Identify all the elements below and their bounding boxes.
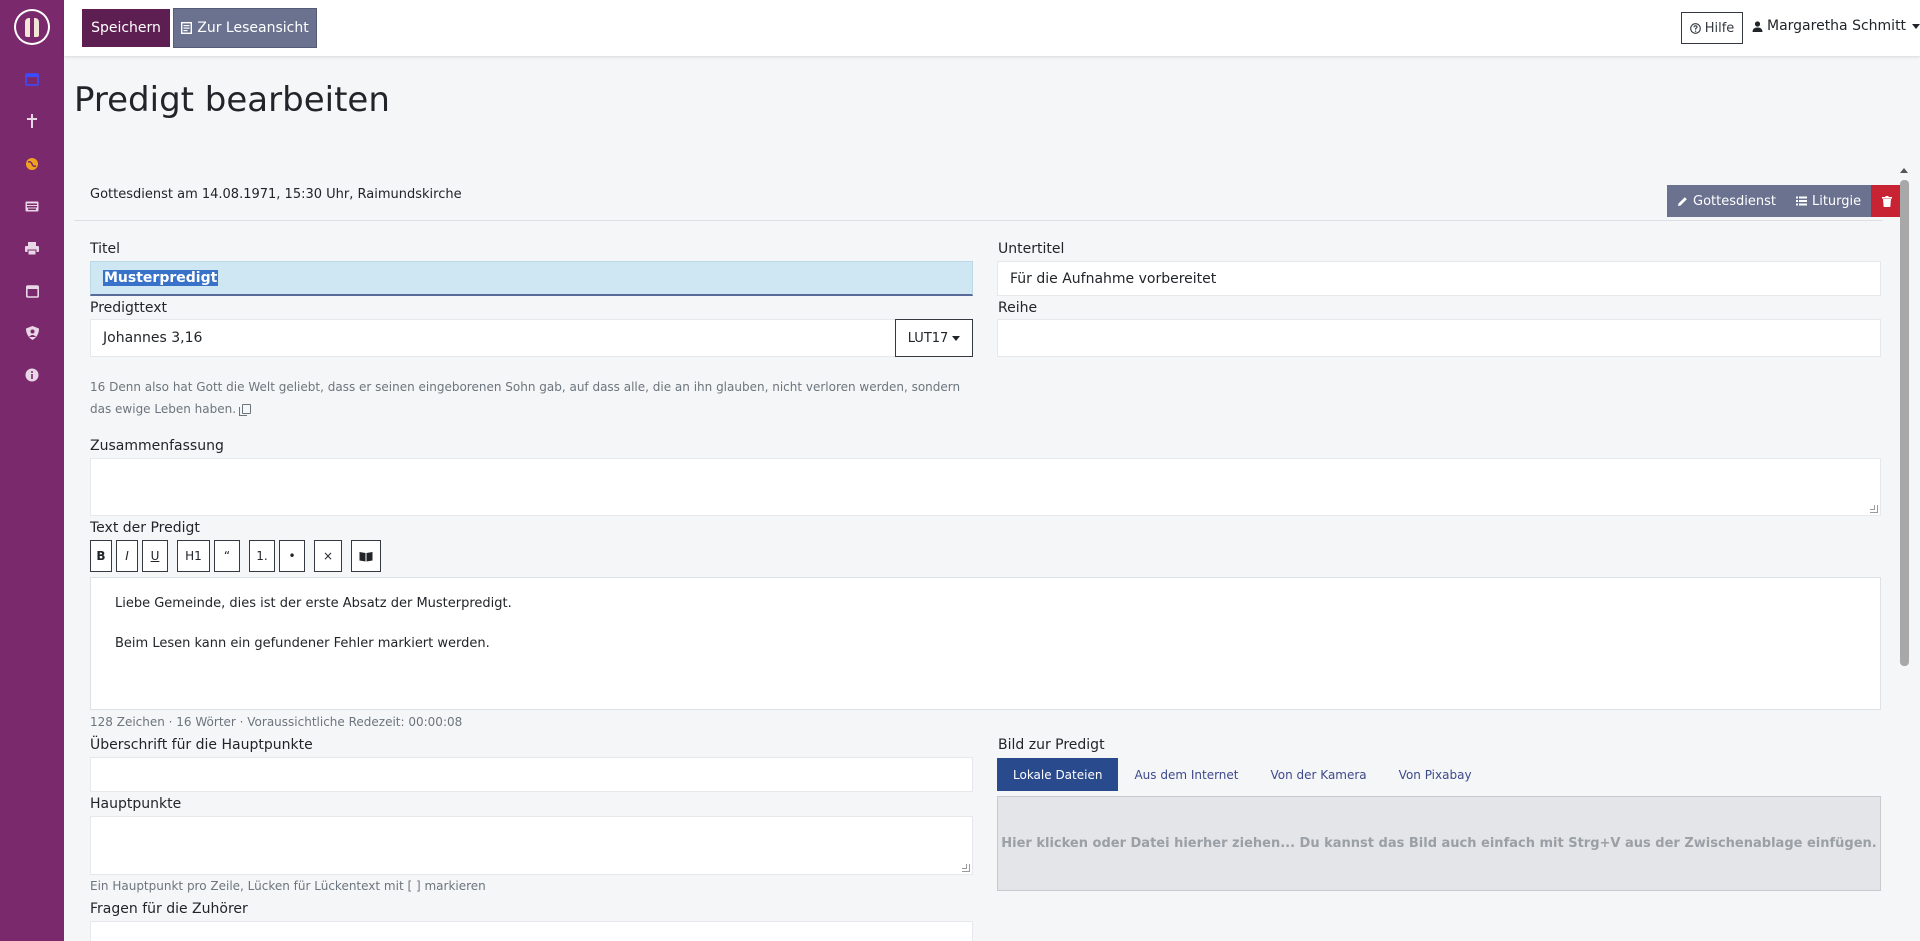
- resize-handle[interactable]: [962, 864, 970, 872]
- read-view-button[interactable]: Zur Leseansicht: [173, 8, 317, 48]
- printer-icon[interactable]: [0, 238, 64, 258]
- sermon-passage-input[interactable]: Johannes 3,16: [90, 319, 896, 357]
- sermon-text-editor[interactable]: Liebe Gemeinde, dies ist der erste Absat…: [90, 577, 1881, 710]
- help-button[interactable]: Hilfe: [1681, 12, 1743, 44]
- summary-label: Zusammenfassung: [90, 438, 224, 454]
- service-actions: Gottesdienst Liturgie: [1667, 185, 1904, 217]
- heading-button[interactable]: H1: [177, 540, 210, 572]
- sermon-passage-value: Johannes 3,16: [103, 330, 203, 346]
- subtitle-value: Für die Aufnahme vorbereitet: [1010, 270, 1217, 287]
- bold-button[interactable]: B: [90, 540, 112, 572]
- globe-icon[interactable]: [0, 154, 64, 174]
- scroll-thumb[interactable]: [1900, 180, 1909, 666]
- trash-icon: [1882, 195, 1893, 207]
- read-view-label: Zur Leseansicht: [197, 20, 309, 36]
- tab-local-files[interactable]: Lokale Dateien: [997, 758, 1119, 791]
- bible-verse: 16 Denn also hat Gott die Welt geliebt, …: [90, 380, 961, 416]
- scroll-up-arrow-icon[interactable]: [1900, 168, 1908, 173]
- sermon-passage-label: Predigttext: [90, 300, 168, 316]
- copy-icon[interactable]: [239, 404, 252, 416]
- keypoints-heading-label: Überschrift für die Hauptpunkte: [90, 737, 313, 753]
- series-input[interactable]: [997, 319, 1881, 357]
- tab-from-pixabay[interactable]: Von Pixabay: [1383, 758, 1488, 791]
- editor-paragraph: Liebe Gemeinde, dies ist der erste Absat…: [115, 596, 512, 611]
- calendar-month-icon[interactable]: [0, 281, 64, 301]
- title-label: Titel: [90, 241, 121, 257]
- scrollbar[interactable]: [1898, 164, 1910, 941]
- bible-insert-button[interactable]: [351, 540, 381, 572]
- keypoints-hint: Ein Hauptpunkt pro Zeile, Lücken für Lüc…: [90, 879, 486, 893]
- help-label: Hilfe: [1704, 20, 1735, 36]
- user-shield-icon[interactable]: [0, 323, 64, 343]
- service-info: Gottesdienst am 14.08.1971, 15:30 Uhr, R…: [90, 187, 462, 202]
- clear-format-button[interactable]: ×: [314, 540, 342, 572]
- liturgy-button[interactable]: Liturgie: [1785, 185, 1872, 217]
- translation-dropdown[interactable]: LUT17: [895, 319, 973, 357]
- keypoints-label: Hauptpunkte: [90, 796, 182, 812]
- sermon-text-label: Text der Predigt: [90, 520, 200, 536]
- pencil-icon: [1678, 196, 1687, 206]
- church-logo[interactable]: [14, 9, 50, 45]
- image-dropzone[interactable]: Hier klicken oder Datei hierher ziehen..…: [997, 796, 1881, 891]
- bullet-list-button[interactable]: •: [279, 540, 305, 572]
- divider: [74, 220, 1882, 221]
- page-title: Predigt bearbeiten: [74, 80, 390, 120]
- user-name: Margaretha Schmitt: [1767, 18, 1907, 34]
- cross-icon[interactable]: [0, 111, 64, 131]
- italic-button[interactable]: I: [116, 540, 138, 572]
- underline-button[interactable]: U: [142, 540, 168, 572]
- summary-textarea[interactable]: [90, 458, 1881, 516]
- open-book-icon: [359, 551, 373, 561]
- text-statistics: 128 Zeichen · 16 Wörter · Voraussichtlic…: [90, 715, 463, 729]
- keypoints-heading-input[interactable]: [90, 757, 973, 792]
- bible-text: 16 Denn also hat Gott die Welt geliebt, …: [90, 376, 970, 420]
- subtitle-label: Untertitel: [998, 241, 1065, 257]
- resize-handle[interactable]: [1870, 505, 1878, 513]
- save-button[interactable]: Speichern: [82, 9, 170, 47]
- liturgy-button-label: Liturgie: [1811, 193, 1862, 209]
- questions-input[interactable]: [90, 921, 973, 941]
- user-menu[interactable]: Margaretha Schmitt: [1752, 18, 1920, 34]
- info-icon[interactable]: [0, 365, 64, 385]
- list-icon: [1795, 196, 1807, 206]
- questions-label: Fragen für die Zuhörer: [90, 901, 248, 917]
- translation-value: LUT17: [907, 330, 949, 346]
- caret-down-icon: [1912, 23, 1920, 29]
- ordered-list-button[interactable]: 1.: [249, 540, 275, 572]
- quote-button[interactable]: “: [214, 540, 240, 572]
- user-icon: [1752, 20, 1763, 32]
- calendar-icon[interactable]: [0, 69, 64, 89]
- document-icon: [181, 22, 193, 34]
- service-button[interactable]: Gottesdienst: [1667, 185, 1786, 217]
- series-label: Reihe: [998, 300, 1038, 316]
- save-button-label: Speichern: [91, 20, 161, 36]
- keypoints-textarea[interactable]: [90, 816, 973, 875]
- image-source-tabs: Lokale Dateien Aus dem Internet Von der …: [997, 758, 1488, 791]
- question-circle-icon: [1689, 22, 1701, 34]
- tab-from-camera[interactable]: Von der Kamera: [1255, 758, 1383, 791]
- title-input[interactable]: Musterpredigt: [90, 261, 973, 296]
- subtitle-input[interactable]: Für die Aufnahme vorbereitet: [997, 261, 1881, 296]
- service-button-label: Gottesdienst: [1693, 193, 1776, 209]
- top-navbar: Speichern Zur Leseansicht Hilfe Margaret…: [64, 0, 1920, 56]
- dropzone-text: Hier klicken oder Datei hierher ziehen..…: [1001, 836, 1877, 851]
- tab-from-internet[interactable]: Aus dem Internet: [1118, 758, 1254, 791]
- editor-paragraph: Beim Lesen kann ein gefundener Fehler ma…: [115, 636, 490, 651]
- image-label: Bild zur Predigt: [998, 737, 1105, 753]
- sidebar: [0, 0, 64, 941]
- caret-down-icon: [952, 335, 961, 341]
- title-value: Musterpredigt: [103, 270, 219, 286]
- editor-toolbar: B I U H1 “ 1. • ×: [90, 540, 381, 572]
- keyboard-icon[interactable]: [0, 196, 64, 216]
